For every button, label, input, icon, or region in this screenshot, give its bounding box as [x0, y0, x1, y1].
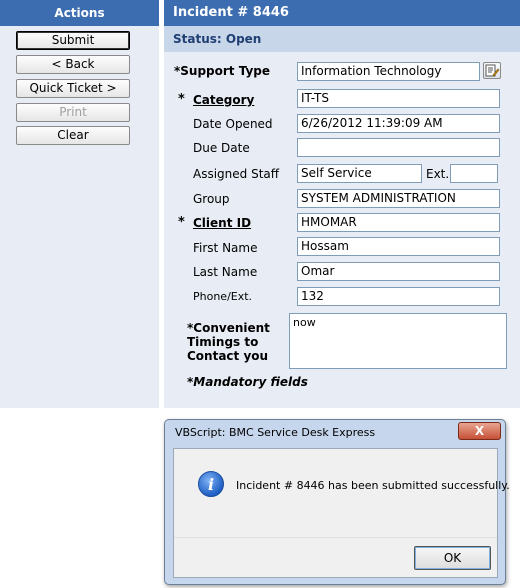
group-label: Group [193, 192, 230, 206]
client-id-field[interactable]: HMOMAR [297, 213, 500, 232]
quick-ticket-button[interactable]: Quick Ticket > [16, 79, 130, 98]
assigned-staff-field[interactable]: Self Service [297, 164, 422, 183]
lookup-icon [485, 64, 500, 77]
category-label[interactable]: Category [193, 93, 254, 107]
incident-form-panel: Incident # 8446 Status: Open *Support Ty… [164, 0, 520, 408]
dialog-close-button[interactable]: X [458, 422, 501, 440]
actions-panel: Actions Submit < Back Quick Ticket > Pri… [0, 0, 159, 408]
incident-header: Incident # 8446 [164, 0, 520, 26]
print-button[interactable]: Print [16, 103, 130, 122]
message-dialog: VBScript: BMC Service Desk Express X i I… [164, 419, 510, 585]
client-id-label[interactable]: Client ID [193, 216, 251, 230]
date-opened-label: Date Opened [193, 117, 273, 131]
mandatory-note: *Mandatory fields [187, 375, 308, 389]
required-marker: * [178, 92, 185, 107]
due-date-label: Due Date [193, 141, 250, 155]
close-icon: X [474, 424, 485, 438]
last-name-field[interactable]: Omar [297, 262, 500, 281]
dialog-body: i Incident # 8446 has been submitted suc… [173, 448, 510, 578]
date-opened-field[interactable]: 6/26/2012 11:39:09 AM [297, 114, 500, 133]
clear-button[interactable]: Clear [16, 126, 130, 145]
timings-textarea[interactable]: now [289, 313, 507, 369]
category-field[interactable]: IT-TS [297, 89, 500, 108]
status-bar: Status: Open [164, 26, 520, 52]
due-date-field[interactable] [297, 138, 500, 157]
submit-button[interactable]: Submit [16, 31, 130, 50]
dialog-footer: OK [174, 537, 497, 577]
assigned-staff-label: Assigned Staff [193, 167, 280, 181]
info-icon: i [198, 471, 224, 497]
last-name-label: Last Name [193, 265, 258, 279]
group-field[interactable]: SYSTEM ADMINISTRATION [297, 189, 500, 208]
ok-button[interactable]: OK [414, 546, 491, 570]
dialog-message: Incident # 8446 has been submitted succe… [236, 479, 510, 492]
dialog-title: VBScript: BMC Service Desk Express [175, 426, 376, 439]
ext-field[interactable] [450, 164, 498, 183]
ext-label: Ext. [426, 167, 450, 181]
timings-label-line-1: *Convenient [187, 321, 270, 335]
required-marker: * [178, 215, 185, 230]
phone-label: Phone/Ext. [193, 290, 253, 303]
timings-label-line-2: Timings to [187, 335, 259, 349]
first-name-field[interactable]: Hossam [297, 237, 500, 256]
phone-field[interactable]: 132 [297, 287, 500, 306]
first-name-label: First Name [193, 241, 258, 255]
timings-label-line-3: Contact you [187, 349, 269, 363]
actions-header: Actions [0, 0, 159, 26]
lookup-button[interactable] [483, 62, 501, 79]
support-type-field[interactable]: Information Technology [297, 62, 480, 81]
support-type-label: *Support Type [174, 64, 271, 78]
back-button[interactable]: < Back [16, 55, 130, 74]
